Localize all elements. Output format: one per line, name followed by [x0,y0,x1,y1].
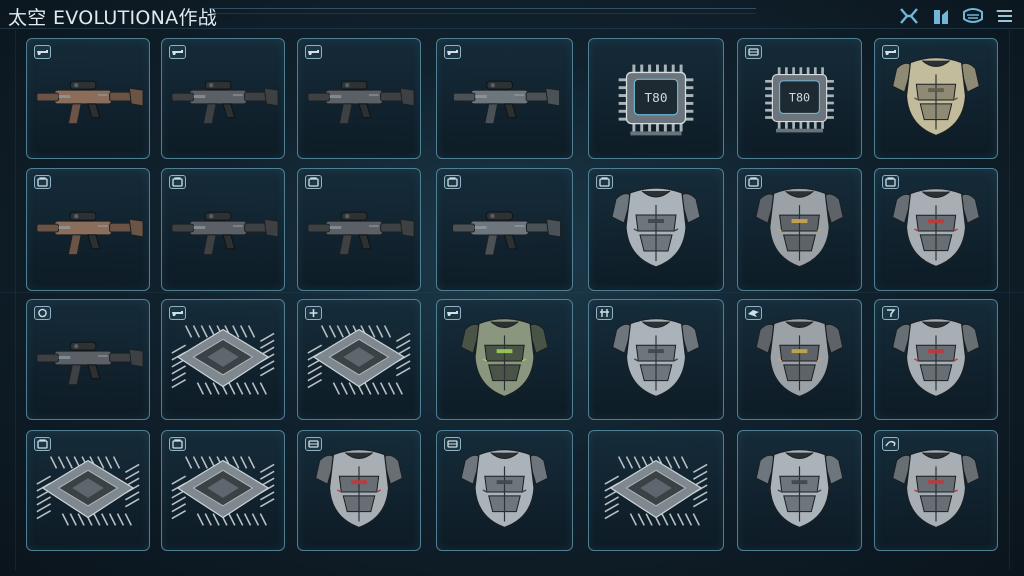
gun-icon [882,45,899,59]
inventory-slot[interactable] [297,299,421,420]
bird-icon [745,306,762,320]
plus-icon [305,306,322,320]
inventory-slot[interactable] [161,430,285,551]
inventory-slot[interactable] [161,168,285,291]
inventory-slot[interactable] [436,38,573,159]
bag-icon [444,175,461,189]
inventory-slot[interactable] [588,168,724,291]
inventory-slot[interactable] [161,38,285,159]
gun-icon [444,306,461,320]
inventory-slot[interactable] [161,299,285,420]
chip-item [589,431,723,550]
bag-icon [882,175,899,189]
svg-text:T80: T80 [789,91,810,105]
inventory-slot[interactable] [737,299,862,420]
bag-icon [305,175,322,189]
bag-icon [596,175,613,189]
inventory-slot[interactable] [874,168,998,291]
card-icon [745,45,762,59]
inventory-slot[interactable] [26,299,150,420]
inventory-slot[interactable] [297,38,421,159]
inventory-slot[interactable] [297,430,421,551]
inventory-slot[interactable] [297,168,421,291]
bag-icon [745,175,762,189]
gun-icon [305,45,322,59]
svg-text:T80: T80 [644,91,667,106]
armor-item [738,431,861,550]
inventory-slot[interactable] [588,430,724,551]
bag-icon [169,175,186,189]
inventory-slot[interactable] [737,168,862,291]
inventory-slot[interactable]: T80 [737,38,862,159]
inventory-slot[interactable] [436,168,573,291]
ring-icon [34,306,51,320]
inventory-slot[interactable]: T80 [588,38,724,159]
inventory-slot[interactable] [26,430,150,551]
arrow-icon [882,437,899,451]
inventory-slot[interactable] [436,299,573,420]
inventory-slot[interactable] [436,430,573,551]
bag-icon [34,175,51,189]
inventory-grid: T80 T80 [0,0,1024,576]
inventory-slot[interactable] [26,168,150,291]
card-icon [444,437,461,451]
inventory-slot[interactable] [874,430,998,551]
inventory-slot[interactable] [874,299,998,420]
gun-icon [444,45,461,59]
chip-item: T80 [589,39,723,158]
hook-icon [882,306,899,320]
grid-icon [596,306,613,320]
inventory-slot[interactable] [874,38,998,159]
inventory-slot[interactable] [737,430,862,551]
gun-icon [169,45,186,59]
bag-icon [34,437,51,451]
gun-icon [34,45,51,59]
card-icon [305,437,322,451]
inventory-slot[interactable] [26,38,150,159]
bag-icon [169,437,186,451]
inventory-slot[interactable] [588,299,724,420]
gun-icon [169,306,186,320]
